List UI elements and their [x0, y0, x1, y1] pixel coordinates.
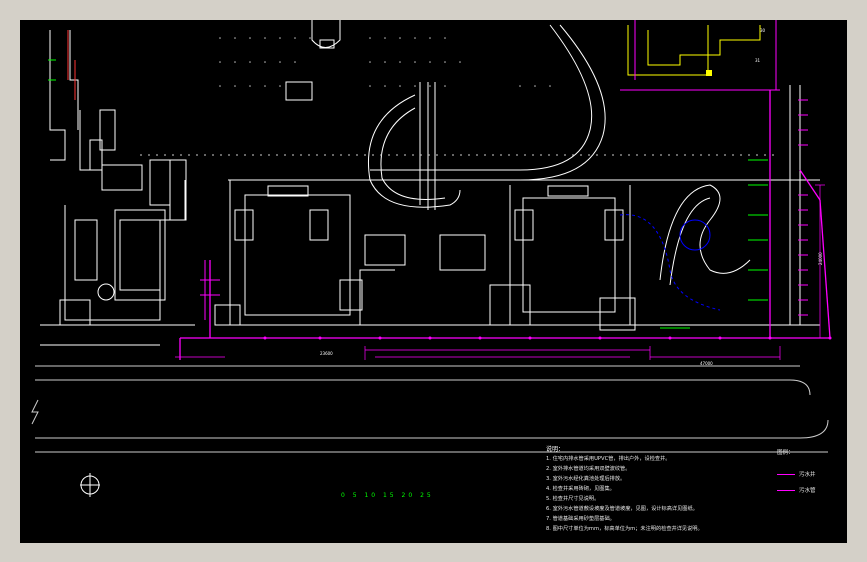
- top-plaza: [285, 20, 341, 101]
- note-line-5: 5. 检查井尺寸见说明。: [546, 496, 600, 502]
- main-sewer-pipe: [179, 90, 831, 360]
- dim-label-a: 23600: [320, 351, 333, 356]
- drainage-plan-drawing: 23600 47000 24000 30 31: [31, 20, 832, 497]
- note-line-4: 4. 检查井采用砖砌，见图集。: [546, 486, 615, 492]
- note-line-2: 2. 室外排水管道均采用双壁波纹管。: [546, 466, 631, 472]
- tag-31: 31: [755, 58, 761, 63]
- legend-label-manhole: 污水井: [799, 472, 816, 478]
- legend-pipe-icon: [777, 490, 795, 491]
- note-line-1: 1. 住宅内排水管采用UPVC管，排出户外，设检查井。: [546, 456, 671, 462]
- note-line-7: 7. 管道基础采用砂垫层基础。: [546, 516, 615, 522]
- dim-label-c: 24000: [818, 252, 823, 265]
- curved-walkway: [368, 24, 606, 210]
- note-line-8: 8. 图中尺寸单位为mm，标高单位为m；未注明的检查井详见说明。: [546, 526, 703, 532]
- dim-label-b: 47000: [700, 361, 713, 366]
- legend-row-pipe: 污水管: [777, 486, 837, 494]
- building-b: [439, 185, 636, 331]
- legend-row-manhole: 污水井: [777, 470, 837, 478]
- building-a: [214, 180, 406, 326]
- manhole-labels-right: [660, 159, 768, 329]
- top-right-building: [620, 20, 780, 91]
- road-lines: [31, 365, 829, 453]
- site-boundary: [228, 85, 820, 326]
- note-line-3: 3. 室外污水经化粪池处理后排放。: [546, 476, 626, 482]
- site-grid-dots: [219, 37, 551, 87]
- tag-30: 30: [760, 28, 766, 33]
- legend-label-pipe: 污水管: [799, 488, 816, 494]
- legend-title: 图例：: [777, 450, 794, 456]
- garden-feature: [619, 184, 751, 311]
- north-arrow-icon: [80, 473, 100, 497]
- scale-bar: 0 5 10 15 20 25: [341, 492, 434, 499]
- left-buildings: [40, 30, 195, 346]
- dimension-chain-bottom: [175, 346, 781, 360]
- dimension-labels: 23600 47000 24000 30 31: [320, 28, 823, 366]
- note-line-6: 6. 室外污水管道敷设坡度及管道坡度，见图，设计标高详见图纸。: [546, 506, 698, 512]
- left-green-markers: [48, 59, 56, 81]
- left-riser-pipes: [67, 30, 76, 100]
- legend-manhole-icon: [777, 474, 795, 475]
- cad-drawing-frame: 23600 47000 24000 30 31 说明： 1. 住宅内排水管采用U…: [20, 20, 847, 543]
- notes-title: 说明：: [546, 446, 565, 453]
